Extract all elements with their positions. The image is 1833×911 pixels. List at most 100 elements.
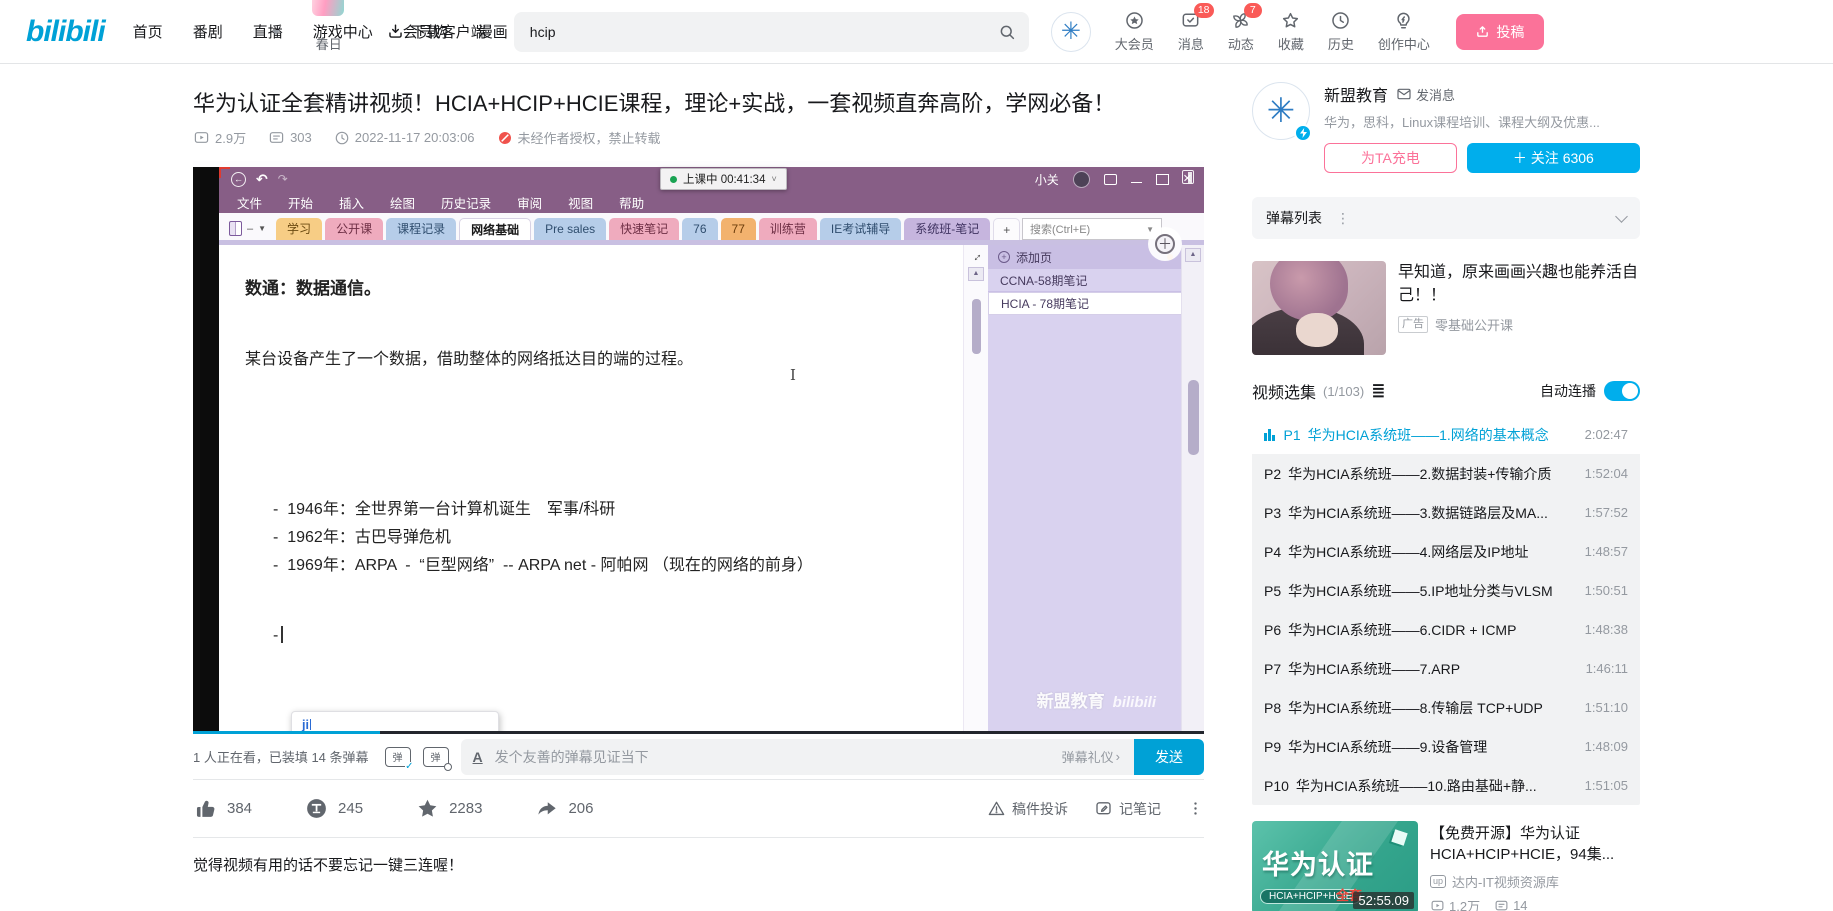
- scroll-up-button[interactable]: ▲: [968, 267, 984, 281]
- search-bar[interactable]: [514, 12, 1029, 52]
- uploader-name[interactable]: 新盟教育: [1324, 82, 1388, 106]
- danmaku-settings-icon[interactable]: 弹: [423, 747, 449, 767]
- danmaku-list-collapsed[interactable]: 弹幕列表 ⋮: [1252, 197, 1640, 239]
- onenote-menubar: 文件 开始 插入 绘图 历史记录 审阅 视图 帮助: [219, 191, 1204, 213]
- section-tab[interactable]: IE考试辅导: [820, 218, 901, 240]
- onenote-window: ← ↶ ↷ 小关 ✕: [219, 167, 1204, 734]
- scrollbar-thumb[interactable]: [972, 299, 981, 354]
- like-button[interactable]: 384: [193, 796, 252, 821]
- favorites-entry[interactable]: 收藏: [1278, 10, 1304, 53]
- playlist-episode[interactable]: P5 华为HCIA系统班——5.IP地址分类与VLSM 1:50:51: [1252, 571, 1640, 610]
- danmaku-input[interactable]: [495, 749, 1062, 765]
- section-tab[interactable]: 学习: [276, 218, 322, 240]
- display-mode-icon[interactable]: [1104, 174, 1117, 185]
- insert-floating-button[interactable]: ＋: [1148, 227, 1182, 261]
- section-tab[interactable]: 77: [721, 218, 756, 240]
- danmaku-toggle-icon[interactable]: 弹✓: [385, 747, 411, 767]
- share-button[interactable]: 206: [534, 796, 593, 821]
- charge-button[interactable]: 为TA充电: [1324, 143, 1457, 173]
- nav-item[interactable]: 首页: [133, 21, 163, 42]
- download-client-link[interactable]: 下载客户端: [386, 21, 486, 42]
- menu-item[interactable]: 视图: [568, 193, 593, 212]
- player-progress-bar[interactable]: [193, 731, 1204, 734]
- section-tab[interactable]: Pre sales: [534, 218, 606, 240]
- playlist-episode[interactable]: P3 华为HCIA系统班——3.数据链路层及MA... 1:57:52: [1252, 493, 1640, 532]
- maximize-icon[interactable]: [1156, 174, 1169, 185]
- uploader-avatar[interactable]: ✳: [1252, 82, 1310, 140]
- history-entry[interactable]: 历史: [1328, 10, 1354, 53]
- messages-entry[interactable]: 18 消息: [1178, 10, 1204, 53]
- section-tab[interactable]: +: [993, 218, 1020, 240]
- menu-item[interactable]: 插入: [339, 193, 364, 212]
- vip-entry[interactable]: 大会员: [1115, 10, 1154, 53]
- video-player[interactable]: ← ↶ ↷ 小关 ✕: [193, 161, 1204, 734]
- playlist-episode[interactable]: P1 华为HCIA系统班——1.网络的基本概念 2:02:47: [1252, 415, 1640, 454]
- ad-card[interactable]: 早知道，原来画画兴趣也能养活自己！！ 广告 零基础公开课: [1252, 261, 1640, 355]
- menu-item[interactable]: 开始: [288, 193, 313, 212]
- playlist-episode[interactable]: P10 华为HCIA系统班——10.路由基础+静... 1:51:05: [1252, 766, 1640, 805]
- minimize-icon[interactable]: [1131, 176, 1142, 183]
- related-video-uploader[interactable]: up 达内-IT视频资源库: [1430, 872, 1640, 891]
- playlist-episode[interactable]: P7 华为HCIA系统班——7.ARP 1:46:11: [1252, 649, 1640, 688]
- more-options-icon[interactable]: ⋮: [1336, 210, 1350, 227]
- section-tab[interactable]: 76: [682, 218, 717, 240]
- copyright-notice: 未经作者授权，禁止转载: [497, 128, 661, 147]
- forbidden-icon: [497, 130, 513, 146]
- playlist-episode[interactable]: P2 华为HCIA系统班——2.数据封装+传输介质 1:52:04: [1252, 454, 1640, 493]
- playlist-view-icon[interactable]: ≣: [1371, 381, 1385, 401]
- section-tab[interactable]: 课程记录: [386, 218, 456, 240]
- promo-spring[interactable]: 春日: [306, 0, 352, 64]
- notebook-switcher[interactable]: – ▼: [229, 221, 266, 236]
- send-message-link[interactable]: 发消息: [1396, 85, 1455, 104]
- page-item[interactable]: HCIA - 78期笔记: [988, 292, 1181, 315]
- scroll-up-button[interactable]: ▲: [1185, 248, 1201, 262]
- related-danmaku-count: 14: [1494, 898, 1527, 911]
- playlist-episode[interactable]: P4 华为HCIA系统班——4.网络层及IP地址 1:48:57: [1252, 532, 1640, 571]
- upload-video-button[interactable]: 投稿: [1456, 14, 1544, 50]
- resize-diagonal-icon[interactable]: ↔: [967, 247, 985, 265]
- autoplay-toggle[interactable]: [1604, 381, 1640, 401]
- related-play-count: 1.2万: [1430, 896, 1480, 911]
- follow-button[interactable]: ＋ 关注 6306: [1467, 143, 1640, 173]
- search-button[interactable]: [991, 16, 1023, 48]
- ibeam-cursor-icon: I: [790, 365, 796, 386]
- related-video-card[interactable]: 华为认证 HCIA+HCIP+HCIE 全套 52:55.09 【免费开源】华为…: [1252, 821, 1640, 911]
- playlist-episode[interactable]: P8 华为HCIA系统班——8.传输层 TCP+UDP 1:51:10: [1252, 688, 1640, 727]
- notes-page[interactable]: 数通：数据通信。 某台设备产生了一个数据，借助整体的网络抵达目的端的过程。 - …: [219, 245, 963, 734]
- search-input[interactable]: [530, 24, 991, 40]
- section-tab[interactable]: 公开课: [325, 218, 383, 240]
- section-tab[interactable]: 训练营: [759, 218, 817, 240]
- menu-item[interactable]: 文件: [237, 193, 262, 212]
- ad-image: [1252, 261, 1386, 355]
- page-item[interactable]: CCNA-58期笔记: [988, 269, 1181, 292]
- playlist-episode[interactable]: P6 华为HCIA系统班——6.CIDR + ICMP 1:48:38: [1252, 610, 1640, 649]
- user-avatar[interactable]: ✳: [1051, 12, 1091, 52]
- section-tab[interactable]: 网络基础: [459, 218, 531, 240]
- menu-item[interactable]: 绘图: [390, 193, 415, 212]
- send-danmaku-button[interactable]: 发送: [1134, 739, 1204, 775]
- menu-item[interactable]: 帮助: [619, 193, 644, 212]
- note-icon: [1094, 799, 1113, 818]
- danmaku-style-button[interactable]: A: [461, 749, 495, 765]
- playlist-episode[interactable]: P9 华为HCIA系统班——9.设备管理 1:48:09: [1252, 727, 1640, 766]
- menu-item[interactable]: 审阅: [517, 193, 542, 212]
- clipboard-panel-icon[interactable]: [1182, 170, 1194, 184]
- onenote-search-box[interactable]: 搜索(Ctrl+E) ▼: [1022, 218, 1162, 240]
- pages-scrollbar: ▲: [1181, 245, 1204, 734]
- coin-button[interactable]: 245: [304, 796, 363, 821]
- clock-icon: [1330, 10, 1351, 31]
- take-notes-button[interactable]: 记笔记: [1094, 799, 1161, 819]
- section-tab[interactable]: 系统班-笔记: [904, 218, 990, 240]
- menu-item[interactable]: 历史记录: [441, 193, 491, 212]
- creator-center-entry[interactable]: 创作中心: [1378, 10, 1430, 53]
- more-options-icon[interactable]: [1187, 800, 1204, 817]
- nav-item[interactable]: 番剧: [193, 21, 223, 42]
- class-status-widget[interactable]: 上课中 00:41:34 ˅: [660, 168, 787, 190]
- favorite-button[interactable]: 2283: [415, 796, 482, 821]
- danmaku-etiquette-link[interactable]: 弹幕礼仪 ›: [1062, 747, 1134, 766]
- report-link[interactable]: 稿件投诉: [987, 799, 1068, 819]
- section-tab[interactable]: 快速笔记: [609, 218, 679, 240]
- bilibili-logo[interactable]: bilibili: [26, 15, 105, 49]
- scrollbar-thumb[interactable]: [1188, 380, 1199, 455]
- dynamics-entry[interactable]: 7 动态: [1228, 10, 1254, 53]
